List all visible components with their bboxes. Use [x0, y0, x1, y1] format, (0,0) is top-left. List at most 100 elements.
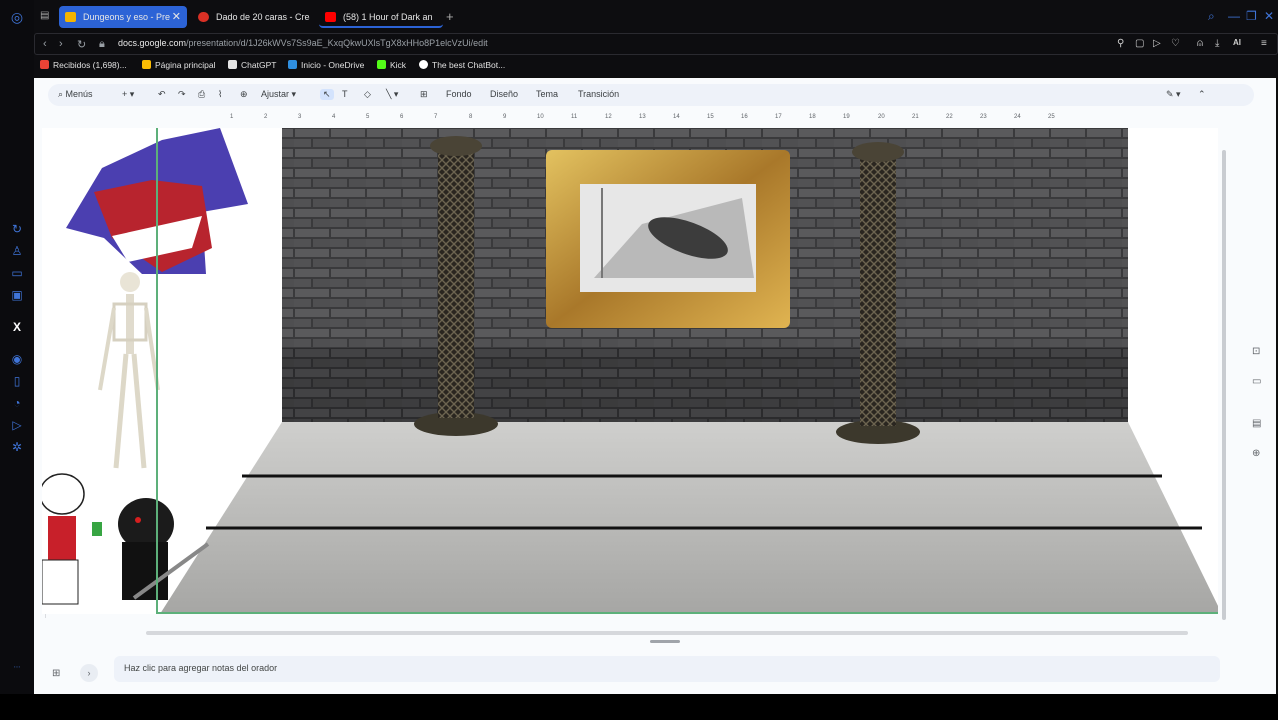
dice-icon [198, 12, 209, 22]
more-icon[interactable]: ∙∙∙ [10, 660, 24, 674]
diseno-button[interactable]: Diseño [490, 89, 518, 99]
forward-icon[interactable]: › [59, 38, 63, 50]
back-icon[interactable]: ‹ [43, 38, 47, 50]
youtube-icon [325, 12, 336, 22]
print-icon[interactable]: ⎙ [198, 89, 205, 100]
ruler-tick: 9 [503, 114, 507, 120]
pin-page-icon[interactable]: ⚲ [1117, 38, 1124, 49]
menu-icon[interactable]: ≡ [1261, 38, 1267, 49]
select-tool-icon[interactable]: ↖ [320, 89, 334, 100]
settings-icon[interactable]: ✲ [10, 440, 24, 454]
collapse-icon[interactable]: ⌃ [1198, 89, 1206, 100]
framed-painting[interactable] [546, 150, 790, 328]
tema-button[interactable]: Tema [536, 89, 558, 99]
tab-menu-icon[interactable]: ▤ [40, 10, 49, 21]
whatsapp-icon[interactable]: ▣ [10, 288, 24, 302]
shape-icon[interactable]: ◇ [364, 89, 371, 100]
stone-floor[interactable] [160, 422, 1218, 614]
restore-icon[interactable]: ❐ [1246, 9, 1257, 23]
ruler-tick: 4 [332, 114, 336, 120]
new-tab-icon[interactable]: + [446, 9, 454, 24]
bookmark-kick[interactable]: Kick [377, 60, 406, 70]
vertical-scrollbar[interactable] [1222, 150, 1226, 620]
tab-youtube[interactable]: (58) 1 Hour of Dark an [319, 6, 443, 28]
clock-icon[interactable]: ◔ [10, 396, 24, 410]
bookmark-onedrive[interactable]: Inicio - OneDrive [288, 60, 364, 70]
heart-icon[interactable]: ♡ [1171, 38, 1180, 49]
selection-edge [156, 612, 1218, 614]
search-icon: ⌕ [58, 89, 66, 99]
comment-icon[interactable]: ⊞ [420, 89, 428, 100]
redo-icon[interactable]: ↷ [178, 89, 186, 100]
ruler-tick: 22 [946, 114, 953, 120]
browser-sidebar: ◎ ↻ ♙ ▭ ▣ X ◉ ▯ ◔ ▷ ✲ ∙∙∙ [0, 0, 34, 720]
bookmark-home[interactable]: Página principal [142, 60, 215, 70]
music-icon[interactable]: ◉ [10, 352, 24, 366]
opera-logo-icon[interactable]: ◎ [10, 10, 24, 24]
notes-resize-handle[interactable] [650, 640, 680, 643]
notes-placeholder: Haz clic para agregar notas del orador [124, 663, 278, 673]
skeleton-sticker[interactable] [98, 272, 160, 469]
selection-edge [156, 128, 158, 614]
undo-icon[interactable]: ↶ [158, 89, 166, 100]
add-addon-icon[interactable]: ⊕ [1252, 448, 1260, 459]
chatgpt-icon [228, 60, 237, 69]
zoom-icon[interactable]: ⊕ [240, 89, 248, 100]
ruler-tick: 17 [775, 114, 782, 120]
slide-canvas[interactable] [42, 128, 1218, 614]
bookmark-gmail[interactable]: Recibidos (1,698)... [40, 60, 127, 70]
horizontal-ruler: 1 2 3 4 5 6 7 8 9 10 11 12 13 14 15 16 17 18 19 20 21 22 23 24 2… [230, 114, 1082, 125]
tab-dungeons[interactable]: Dungeons y eso - Pre ✕ [59, 6, 187, 28]
chatbot-icon [419, 60, 428, 69]
tab-strip: ▤ Dungeons y eso - Pre ✕ Dado de 20 cara… [34, 0, 1278, 33]
url-field[interactable]: ‹ › ↻ 🔒︎ docs.google.com/presentation/d/… [34, 33, 1278, 55]
history-icon[interactable]: ↻ [10, 222, 24, 236]
x-icon[interactable]: X [10, 320, 24, 334]
grid-view-icon[interactable]: ⊞ [52, 668, 60, 679]
speaker-notes[interactable]: Haz clic para agregar notas del orador [114, 656, 1220, 682]
ruler-tick: 20 [878, 114, 885, 120]
ruler-tick: 14 [673, 114, 680, 120]
line-icon[interactable]: ╲ ▾ [386, 89, 398, 100]
horizontal-scrollbar[interactable] [146, 631, 1188, 635]
search-icon[interactable]: ⌕ [1208, 9, 1215, 24]
paint-format-icon[interactable]: ⌇ [218, 89, 222, 100]
expand-filmstrip-icon[interactable]: › [80, 664, 98, 682]
messenger-icon[interactable]: ▭ [10, 266, 24, 280]
download-icon[interactable]: ⤓ [1215, 38, 1219, 49]
minimize-icon[interactable]: — [1228, 9, 1240, 23]
play-icon[interactable]: ▷ [1153, 38, 1161, 49]
pin-icon[interactable]: ♙ [10, 244, 24, 258]
bookmark-chatbot[interactable]: The best ChatBot... [419, 60, 505, 70]
tasks-icon[interactable]: ▤ [1252, 418, 1261, 429]
tab-dado[interactable]: Dado de 20 caras - Crea [192, 6, 310, 28]
keep-icon[interactable]: ⊡ [1252, 346, 1260, 357]
snapshot-icon[interactable]: ▢ [1135, 38, 1144, 49]
ruler-tick: 1 [230, 114, 234, 120]
ruler-tick: 10 [537, 114, 544, 120]
folder-icon[interactable]: ▭ [1252, 376, 1261, 387]
ruler-tick: 24 [1014, 114, 1021, 120]
text-box-icon[interactable]: T [342, 89, 348, 99]
new-slide-icon[interactable]: + ▾ [122, 89, 134, 100]
ruler-tick: 12 [605, 114, 612, 120]
url-domain: docs.google.com [118, 38, 187, 48]
bookmark-icon[interactable]: ▯ [10, 374, 24, 388]
slides-toolbar: ⌕ Menús + ▾ ↶ ↷ ⎙ ⌇ ⊕ Ajustar ▾ ↖ T ◇ ╲ … [48, 84, 1254, 106]
ai-button[interactable]: AI [1233, 38, 1241, 47]
reload-icon[interactable]: ↻ [77, 38, 86, 51]
ruler-tick: 21 [912, 114, 919, 120]
profile-icon[interactable]: ⍝ [1197, 38, 1203, 49]
search-menus[interactable]: ⌕ Menús [58, 89, 93, 100]
bookmark-chatgpt[interactable]: ChatGPT [228, 60, 276, 70]
zoom-select[interactable]: Ajustar ▾ [261, 89, 296, 100]
fondo-button[interactable]: Fondo [446, 89, 472, 99]
cartoon-dog-sticker[interactable] [42, 473, 102, 605]
close-tab-icon[interactable]: ✕ [172, 6, 181, 28]
pen-icon[interactable]: ✎ ▾ [1166, 89, 1181, 100]
close-window-icon[interactable]: ✕ [1264, 9, 1274, 23]
player-icon[interactable]: ▷ [10, 418, 24, 432]
address-bar: ‹ › ↻ 🔒︎ docs.google.com/presentation/d/… [34, 33, 1278, 55]
ruler-tick: 2 [264, 114, 268, 120]
transicion-button[interactable]: Transición [578, 89, 619, 99]
